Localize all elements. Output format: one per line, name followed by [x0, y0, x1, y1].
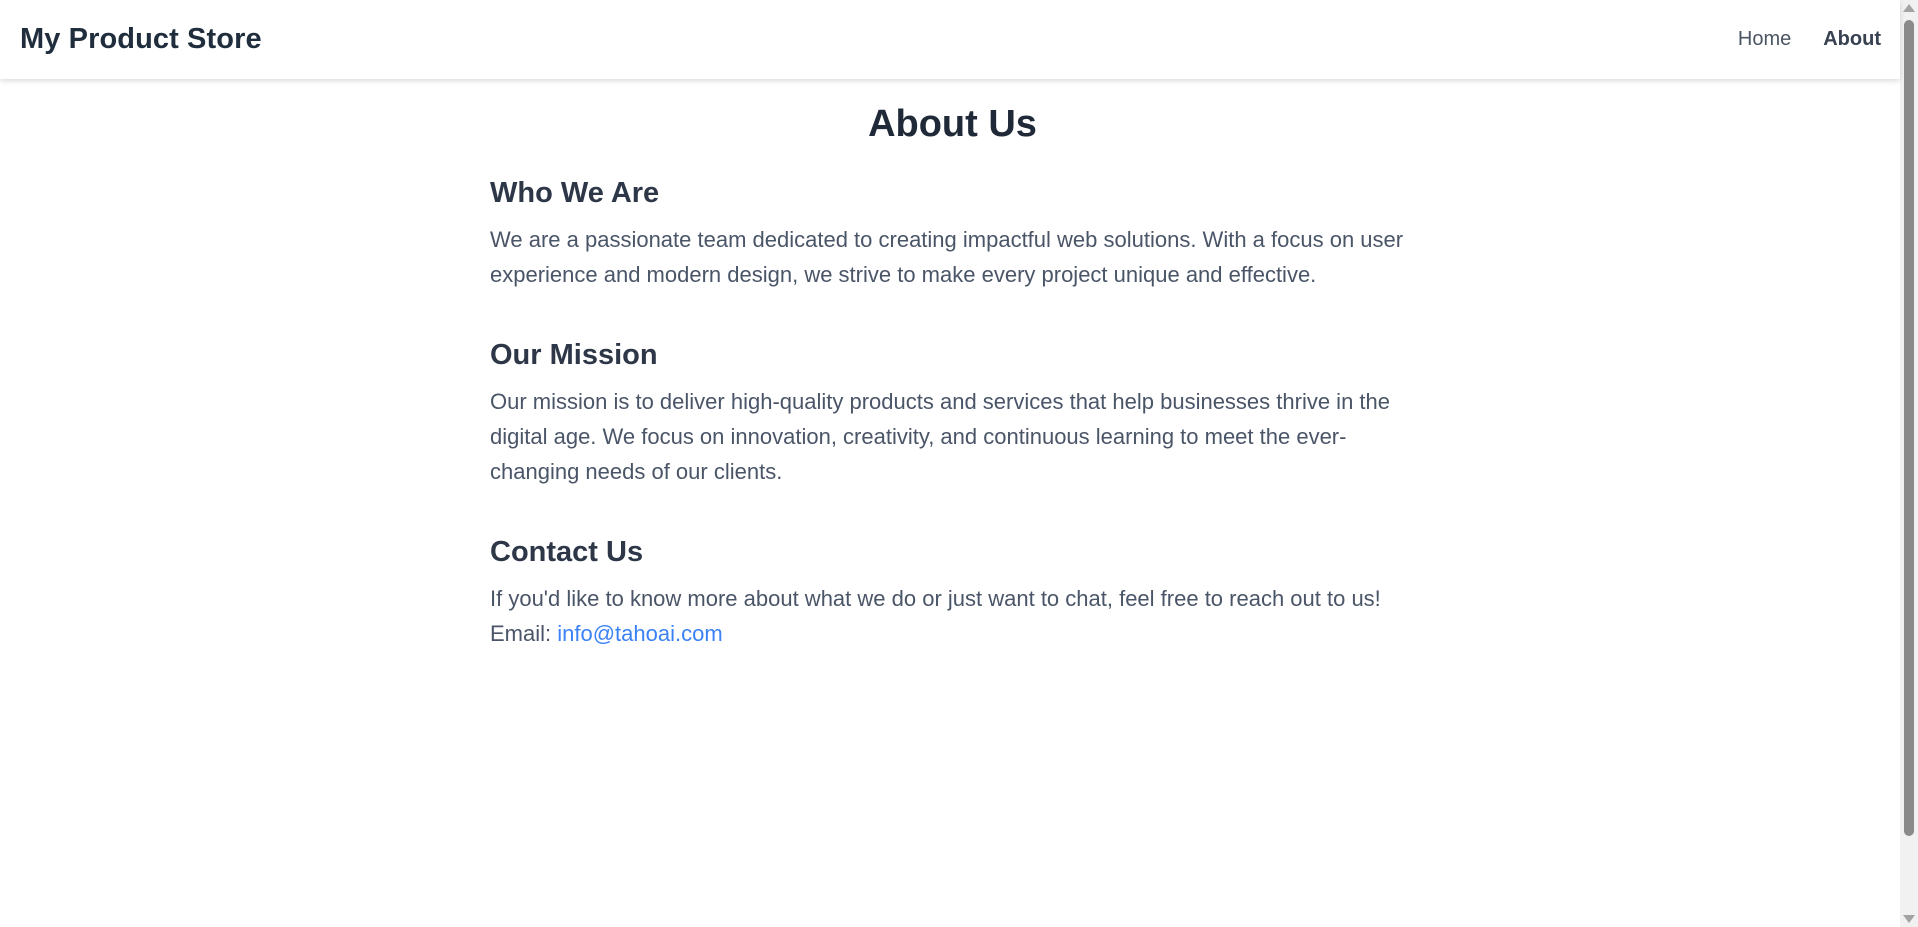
page-title: About Us — [868, 103, 1037, 145]
section-contact-us: Contact Us If you'd like to know more ab… — [490, 535, 1415, 651]
section-heading: Our Mission — [490, 339, 658, 371]
nav-link-home[interactable]: Home — [1738, 28, 1791, 51]
browser-viewport: My Product Store Home About About Us Who… — [0, 0, 1918, 927]
section-text: If you'd like to know more about what we… — [490, 586, 1381, 611]
about-page: My Product Store Home About About Us Who… — [0, 0, 1900, 927]
top-navbar: My Product Store Home About — [0, 0, 1900, 79]
nav-link-about[interactable]: About — [1823, 28, 1881, 51]
main-content: About Us Who We Are We are a passionate … — [490, 79, 1415, 651]
section-who-we-are: Who We Are We are a passionate team dedi… — [490, 176, 1415, 292]
section-our-mission: Our Mission Our mission is to deliver hi… — [490, 338, 1415, 489]
email-line: Email: info@tahoai.com — [490, 616, 1415, 651]
brand-logo-text[interactable]: My Product Store — [20, 23, 262, 56]
scroll-down-arrow-icon[interactable] — [1903, 915, 1915, 923]
scroll-thumb[interactable] — [1904, 20, 1914, 836]
section-heading: Contact Us — [490, 536, 644, 568]
email-label: Email: — [490, 621, 552, 646]
scroll-up-arrow-icon[interactable] — [1903, 4, 1915, 12]
section-text: Our mission is to deliver high-quality p… — [490, 389, 1391, 484]
vertical-scrollbar[interactable] — [1900, 0, 1918, 927]
email-link[interactable]: info@tahoai.com — [557, 621, 722, 646]
section-heading: Who We Are — [490, 177, 660, 209]
section-text: We are a passionate team dedicated to cr… — [490, 227, 1404, 287]
nav-links: Home About — [1738, 28, 1881, 51]
